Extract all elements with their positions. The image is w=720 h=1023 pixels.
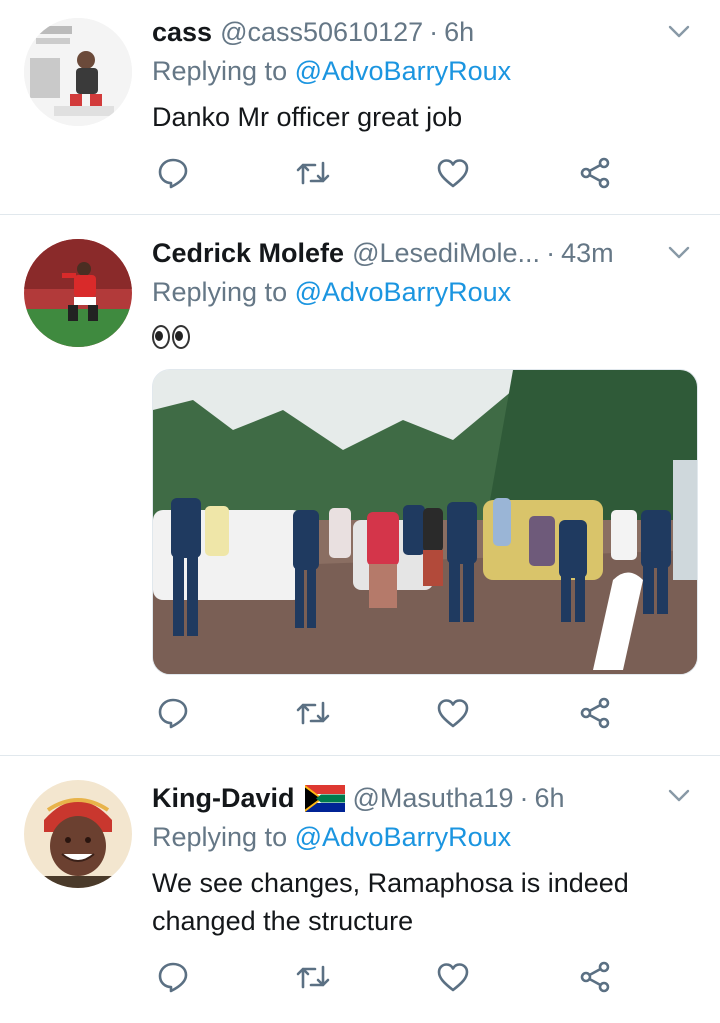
chevron-down-icon[interactable] xyxy=(666,18,692,44)
like-icon[interactable] xyxy=(436,696,476,736)
tweet-actions xyxy=(152,696,632,736)
replying-to: Replying to @AdvoBarryRoux xyxy=(152,56,511,87)
user-handle[interactable]: @Masutha19 xyxy=(353,783,514,814)
tweet-2[interactable]: Cedrick Molefe @LesediMole... · 43m Repl… xyxy=(0,215,720,754)
south-africa-flag-icon xyxy=(304,784,345,812)
chevron-down-icon[interactable] xyxy=(666,239,692,265)
share-icon[interactable] xyxy=(578,696,618,736)
tweet-actions xyxy=(152,960,632,1000)
separator-dot: · xyxy=(429,16,439,47)
mention-link[interactable]: @AdvoBarryRoux xyxy=(295,56,512,86)
reply-icon[interactable] xyxy=(156,156,196,196)
retweet-icon[interactable] xyxy=(296,156,336,196)
like-icon[interactable] xyxy=(436,156,476,196)
timestamp[interactable]: 6h xyxy=(444,17,474,48)
eyes-emoji-icon xyxy=(152,325,192,356)
replying-prefix: Replying to xyxy=(152,822,288,852)
like-icon[interactable] xyxy=(436,960,476,1000)
mention-link[interactable]: @AdvoBarryRoux xyxy=(295,277,512,307)
tweet-actions xyxy=(152,156,632,196)
display-name[interactable]: Cedrick Molefe xyxy=(152,238,344,269)
replying-prefix: Replying to xyxy=(152,56,288,86)
replying-prefix: Replying to xyxy=(152,277,288,307)
tweet-header: King-David @Masutha19 · 6h xyxy=(152,778,660,818)
user-handle[interactable]: @cass50610127 xyxy=(220,17,423,48)
share-icon[interactable] xyxy=(578,156,618,196)
replying-to: Replying to @AdvoBarryRoux xyxy=(152,822,511,853)
timestamp[interactable]: 43m xyxy=(561,238,614,269)
tweet-1[interactable]: cass @cass50610127 · 6h Replying to @Adv… xyxy=(0,0,720,214)
reply-icon[interactable] xyxy=(156,960,196,1000)
replying-to: Replying to @AdvoBarryRoux xyxy=(152,277,511,308)
mention-link[interactable]: @AdvoBarryRoux xyxy=(295,822,512,852)
tweet-text: Danko Mr officer great job xyxy=(152,102,463,132)
reply-icon[interactable] xyxy=(156,696,196,736)
tweet-header: Cedrick Molefe @LesediMole... · 43m xyxy=(152,233,660,273)
share-icon[interactable] xyxy=(578,960,618,1000)
separator-dot: · xyxy=(519,782,529,813)
avatar[interactable] xyxy=(24,18,132,126)
retweet-icon[interactable] xyxy=(296,696,336,736)
avatar[interactable] xyxy=(24,239,132,347)
tweet-text: We see changes, Ramaphosa is indeed chan… xyxy=(152,868,629,936)
retweet-icon[interactable] xyxy=(296,960,336,1000)
timestamp[interactable]: 6h xyxy=(535,783,565,814)
display-name[interactable]: King-David xyxy=(152,783,295,814)
tweet-header: cass @cass50610127 · 6h xyxy=(152,12,660,52)
display-name[interactable]: cass xyxy=(152,17,212,48)
user-handle[interactable]: @LesediMole... xyxy=(352,238,540,269)
separator-dot: · xyxy=(546,237,556,268)
tweet-3[interactable]: King-David @Masutha19 · 6h Replying to @… xyxy=(0,756,720,1023)
tweet-photo[interactable] xyxy=(152,369,698,675)
avatar[interactable] xyxy=(24,780,132,888)
chevron-down-icon[interactable] xyxy=(666,782,692,808)
